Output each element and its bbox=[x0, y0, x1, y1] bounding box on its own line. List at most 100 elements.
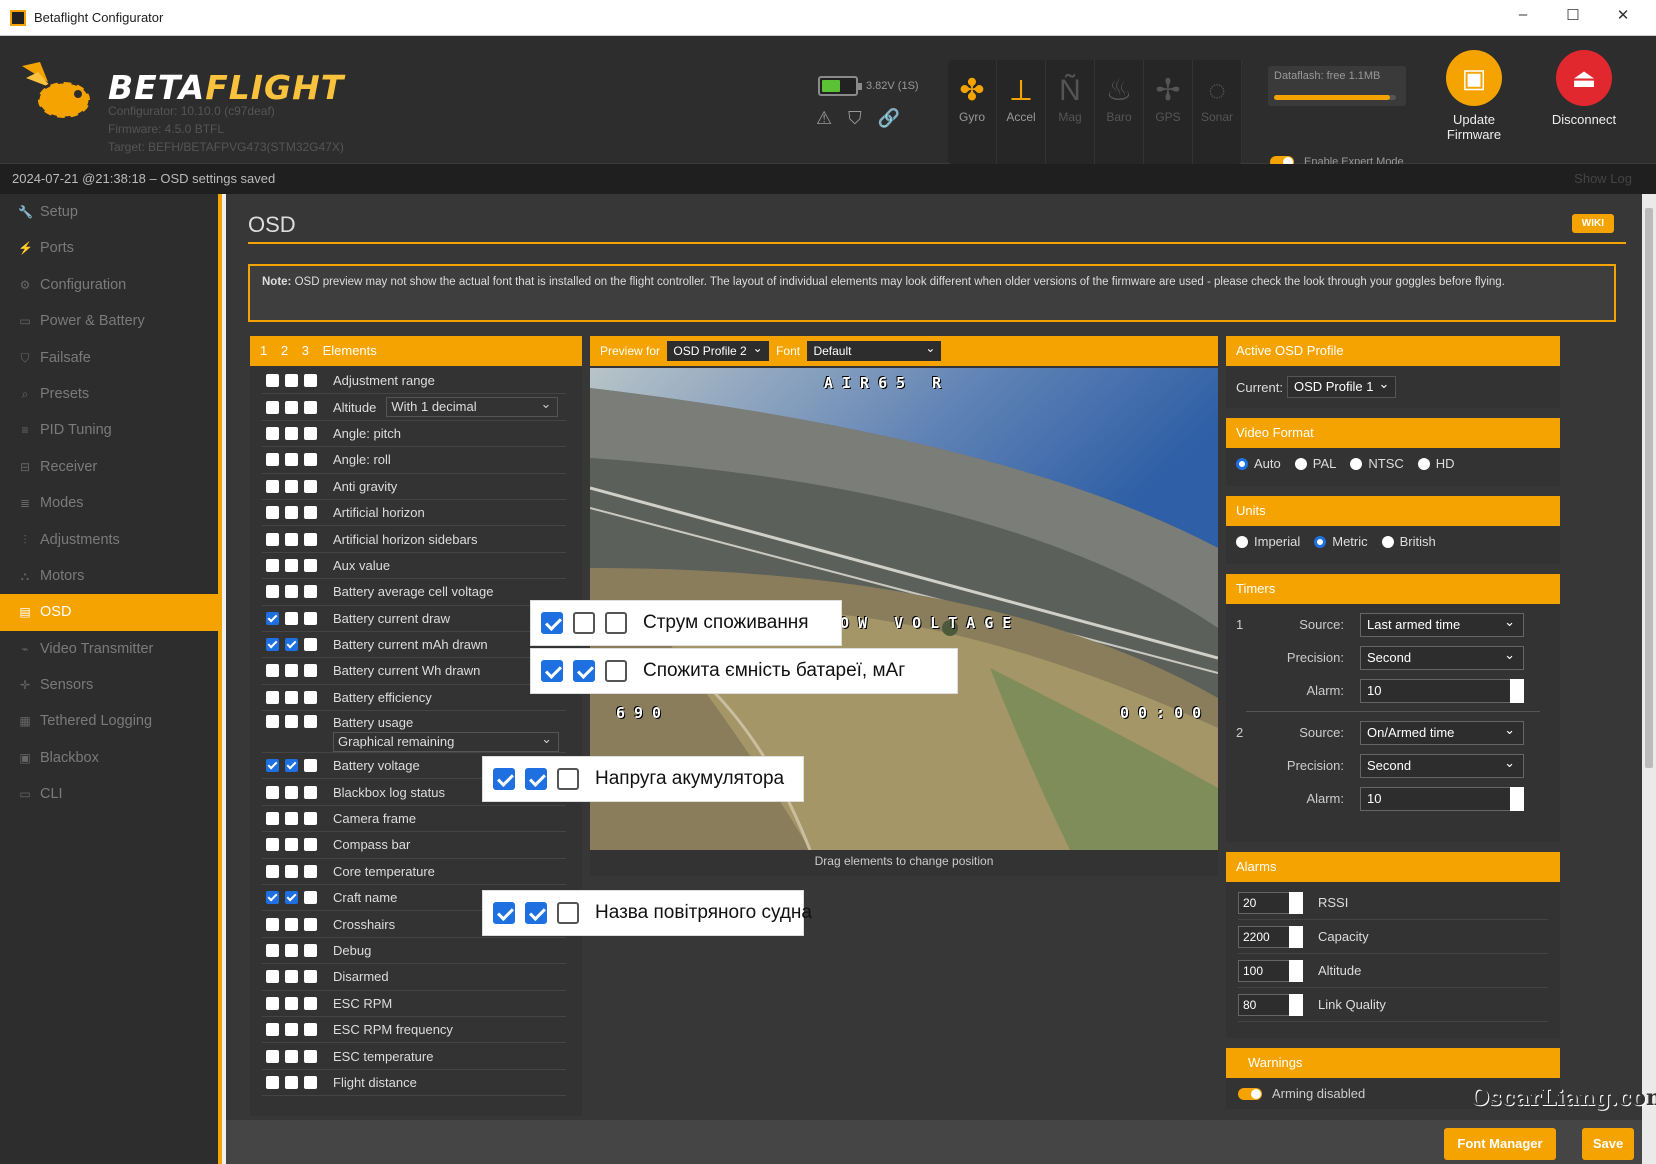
profile-2-checkbox[interactable] bbox=[285, 558, 298, 572]
sidebar-item-failsafe[interactable]: ⛉ Failsafe bbox=[0, 340, 218, 376]
radio-circle[interactable] bbox=[1294, 457, 1307, 470]
profile-2-checkbox[interactable] bbox=[285, 1075, 298, 1089]
sidebar-item-video-transmitter[interactable]: ⌁ Video Transmitter bbox=[0, 631, 218, 667]
current-profile-select[interactable]: OSD Profile 1 bbox=[1286, 374, 1397, 398]
profile-3-checkbox[interactable] bbox=[304, 944, 317, 957]
alarm-value-input[interactable]: 2200 bbox=[1238, 925, 1303, 948]
scrollbar-thumb[interactable] bbox=[1645, 208, 1653, 768]
timer-precision-input[interactable]: Second bbox=[1360, 644, 1524, 670]
maximize-button[interactable]: ☐ bbox=[1548, 6, 1598, 24]
show-log-link[interactable]: Show Log bbox=[1574, 164, 1632, 194]
sidebar-item-power-battery[interactable]: ▭ Power & Battery bbox=[0, 303, 218, 339]
sidebar-item-receiver[interactable]: ⊟ Receiver bbox=[0, 449, 218, 485]
profile-3-checkbox[interactable] bbox=[304, 638, 317, 652]
profile-2-checkbox[interactable] bbox=[285, 785, 298, 799]
profile-2-checkbox[interactable] bbox=[285, 715, 298, 729]
profile-1-checkbox[interactable] bbox=[266, 1075, 279, 1089]
profile-1-checkbox[interactable] bbox=[266, 532, 279, 546]
alarm-value-input[interactable]: 20 bbox=[1238, 891, 1303, 914]
osd-warning[interactable]: LOW VOLTAGE bbox=[822, 614, 1020, 632]
profile-3-checkbox[interactable] bbox=[304, 690, 317, 704]
profile-2-checkbox[interactable] bbox=[285, 690, 298, 704]
wiki-button[interactable]: WIKI bbox=[1571, 214, 1614, 233]
profile-2-checkbox[interactable] bbox=[285, 944, 298, 957]
radio-ntsc[interactable]: NTSC bbox=[1350, 456, 1404, 471]
radio-circle[interactable] bbox=[1314, 535, 1327, 548]
profile-1-checkbox[interactable] bbox=[266, 759, 279, 773]
element-variant-select[interactable]: With 1 decimal bbox=[386, 395, 559, 418]
profile-3-checkbox[interactable] bbox=[304, 1023, 317, 1037]
profile-1-checkbox[interactable] bbox=[266, 453, 279, 467]
profile-1-checkbox[interactable] bbox=[266, 426, 279, 440]
radio-circle[interactable] bbox=[1381, 535, 1394, 548]
profile-2-checkbox[interactable] bbox=[285, 970, 298, 984]
profile-2-checkbox[interactable] bbox=[285, 638, 298, 652]
font-manager-button[interactable]: Font Manager bbox=[1444, 1128, 1556, 1160]
profile-1-checkbox[interactable] bbox=[266, 838, 279, 852]
timer-source-input[interactable]: Last armed time bbox=[1360, 611, 1524, 637]
profile-1-checkbox[interactable] bbox=[266, 638, 279, 652]
radio-circle[interactable] bbox=[1236, 457, 1248, 470]
profile-2-checkbox[interactable] bbox=[285, 400, 298, 414]
preview-profile-select[interactable]: OSD Profile 2 bbox=[667, 338, 769, 361]
sidebar-item-ports[interactable]: ⚡ Ports bbox=[0, 230, 218, 266]
sidebar-item-osd[interactable]: ▤ OSD bbox=[0, 594, 218, 631]
profile-3-checkbox[interactable] bbox=[304, 506, 317, 520]
profile-2-checkbox[interactable] bbox=[285, 812, 298, 826]
profile-2-checkbox[interactable] bbox=[285, 453, 298, 467]
sidebar-item-modes[interactable]: ≣ Modes bbox=[0, 485, 218, 521]
profile-1-checkbox[interactable] bbox=[266, 944, 279, 957]
profile-3-checkbox[interactable] bbox=[304, 891, 317, 905]
profile-3-checkbox[interactable] bbox=[304, 532, 317, 546]
profile-1-checkbox[interactable] bbox=[266, 715, 279, 729]
profile-2-checkbox[interactable] bbox=[285, 664, 298, 678]
radio-circle[interactable] bbox=[1350, 457, 1363, 470]
profile-1-checkbox[interactable] bbox=[266, 558, 279, 572]
profile-3-checkbox[interactable] bbox=[304, 970, 317, 984]
sidebar-item-tethered-logging[interactable]: ▦ Tethered Logging bbox=[0, 703, 218, 739]
profile-2-checkbox[interactable] bbox=[285, 891, 298, 905]
profile-1-checkbox[interactable] bbox=[266, 917, 279, 931]
profile-2-checkbox[interactable] bbox=[285, 759, 298, 773]
profile-3-checkbox[interactable] bbox=[304, 374, 317, 388]
profile-1-checkbox[interactable] bbox=[266, 970, 279, 984]
radio-circle[interactable] bbox=[1417, 457, 1430, 470]
osd-timer[interactable]: 00:00 bbox=[1120, 704, 1210, 722]
profile-1-checkbox[interactable] bbox=[266, 585, 279, 599]
profile-3-checkbox[interactable] bbox=[304, 558, 317, 572]
profile-3-checkbox[interactable] bbox=[304, 785, 317, 799]
alarm-value-input[interactable]: 100 bbox=[1238, 959, 1303, 982]
toggle-switch[interactable] bbox=[1238, 1087, 1262, 1100]
profile-3-checkbox[interactable] bbox=[304, 996, 317, 1010]
timer-precision-input[interactable]: Second bbox=[1360, 752, 1524, 778]
save-button[interactable]: Save bbox=[1582, 1128, 1634, 1160]
profile-3-checkbox[interactable] bbox=[304, 1075, 317, 1089]
profile-2-checkbox[interactable] bbox=[285, 917, 298, 931]
profile-1-checkbox[interactable] bbox=[266, 891, 279, 905]
profile-2-checkbox[interactable] bbox=[285, 996, 298, 1010]
sidebar-item-cli[interactable]: ▭ CLI bbox=[0, 776, 218, 812]
profile-2-checkbox[interactable] bbox=[285, 1049, 298, 1063]
profile-3-checkbox[interactable] bbox=[304, 838, 317, 852]
timer-alarm-input[interactable]: 10 bbox=[1360, 678, 1524, 703]
profile-1-checkbox[interactable] bbox=[266, 664, 279, 678]
minimize-button[interactable]: – bbox=[1498, 6, 1548, 24]
radio-circle[interactable] bbox=[1236, 535, 1248, 548]
radio-metric[interactable]: Metric bbox=[1314, 534, 1368, 549]
radio-british[interactable]: British bbox=[1381, 534, 1436, 549]
profile-3-checkbox[interactable] bbox=[304, 664, 317, 678]
radio-imperial[interactable]: Imperial bbox=[1236, 534, 1300, 549]
disconnect-button[interactable]: ⏏ Disconnect bbox=[1534, 50, 1634, 127]
sidebar-item-setup[interactable]: 🔧 Setup bbox=[0, 194, 218, 230]
profile-1-checkbox[interactable] bbox=[266, 864, 279, 878]
timer-source-input[interactable]: On/Armed time bbox=[1360, 719, 1524, 745]
profile-2-checkbox[interactable] bbox=[285, 374, 298, 388]
close-button[interactable]: ✕ bbox=[1598, 6, 1648, 24]
sidebar-item-configuration[interactable]: ⚙ Configuration bbox=[0, 267, 218, 303]
profile-2-checkbox[interactable] bbox=[285, 506, 298, 520]
profile-1-checkbox[interactable] bbox=[266, 400, 279, 414]
profile-3-checkbox[interactable] bbox=[304, 426, 317, 440]
profile-1-checkbox[interactable] bbox=[266, 479, 279, 493]
sidebar-item-motors[interactable]: ⛬ Motors bbox=[0, 558, 218, 594]
profile-3-checkbox[interactable] bbox=[304, 715, 317, 729]
